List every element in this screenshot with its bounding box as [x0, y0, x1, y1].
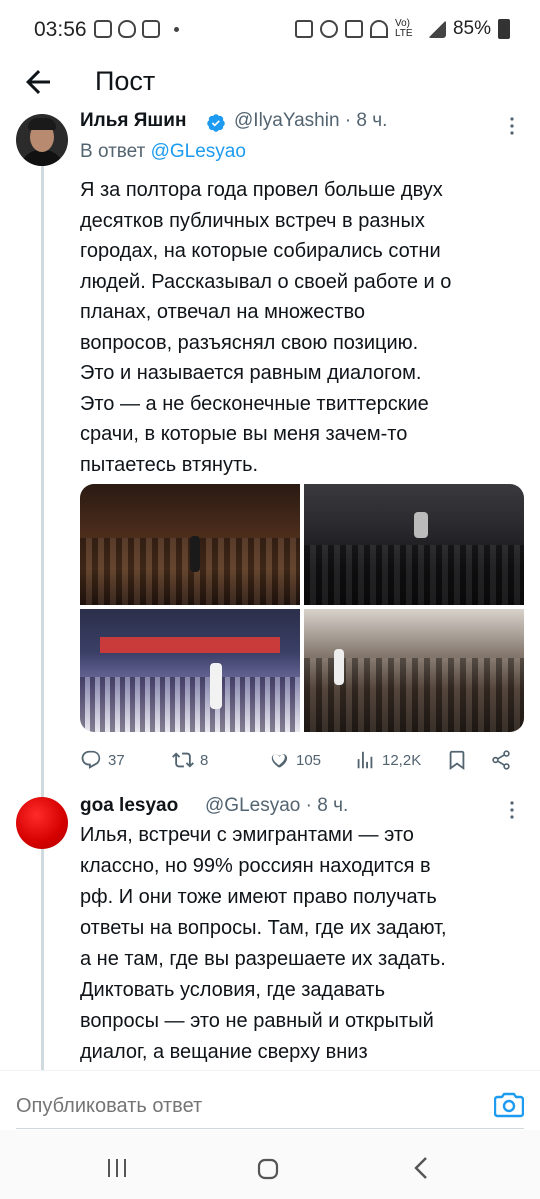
- action-bar: 37 8 105 12,2K: [80, 744, 520, 776]
- instagram-icon: [142, 20, 160, 38]
- author-handle[interactable]: @IlyaYashin: [234, 110, 340, 131]
- avatar[interactable]: [16, 114, 68, 166]
- back-arrow-icon[interactable]: [20, 64, 56, 100]
- reply-prefix: В ответ: [80, 141, 146, 162]
- back-icon[interactable]: [410, 1156, 432, 1180]
- alarm-icon: [319, 20, 338, 38]
- recent-apps-icon[interactable]: [105, 1158, 129, 1178]
- top-app-bar: Пост: [0, 60, 540, 110]
- more-notifications-dot: [174, 26, 179, 32]
- more-options-icon[interactable]: [506, 800, 518, 820]
- post-text: Я за полтора года провел больше двух дес…: [80, 179, 452, 476]
- status-bar: 03:56 Vo) LTE 85%: [0, 0, 540, 60]
- fire-icon: [118, 20, 136, 38]
- composer-divider: [16, 1128, 524, 1129]
- instagram-icon: [94, 20, 112, 38]
- status-time: 03:56: [34, 18, 87, 41]
- camera-icon[interactable]: [494, 1090, 524, 1118]
- share-icon: [492, 750, 510, 770]
- home-icon[interactable]: [257, 1158, 279, 1180]
- system-nav-bar: [0, 1130, 540, 1199]
- post-text: Илья, встречи с эмигрантами — это классн…: [80, 824, 447, 1063]
- signal-icon: [427, 20, 446, 38]
- reply-to-link[interactable]: @GLesyao: [151, 141, 246, 162]
- photo-1[interactable]: [80, 484, 300, 605]
- analytics-icon: [357, 751, 373, 769]
- notification-icons: [94, 20, 179, 38]
- author-handle-time: @GLesyao · 8 ч.: [205, 795, 348, 817]
- retweet-button[interactable]: 8: [172, 744, 208, 776]
- author-name[interactable]: Илья Яшин: [80, 110, 186, 132]
- retweet-icon: [172, 752, 194, 768]
- battery-percent: 85%: [452, 18, 491, 39]
- more-options-icon[interactable]: [506, 116, 518, 136]
- like-count: 105: [296, 751, 322, 769]
- photo-2[interactable]: [304, 484, 524, 605]
- wifi-icon: [369, 20, 388, 38]
- photo-4[interactable]: [304, 609, 524, 732]
- bookmark-icon: [449, 750, 465, 771]
- author-handle-time: @IlyaYashin · 8 ч.: [234, 110, 387, 132]
- post-time: · 8 ч.: [305, 795, 349, 816]
- thread-connector: [41, 165, 44, 1070]
- photo-3[interactable]: [80, 609, 300, 732]
- share-button[interactable]: [490, 744, 512, 776]
- like-button[interactable]: 105: [268, 744, 321, 776]
- reply-count: 37: [108, 751, 125, 769]
- photo-grid: [80, 484, 524, 732]
- bookmark-button[interactable]: [446, 744, 468, 776]
- post-time: · 8 ч.: [344, 110, 388, 131]
- avatar[interactable]: [16, 797, 68, 849]
- battery-icon: [498, 19, 510, 39]
- page-title: Пост: [95, 66, 156, 96]
- author-name[interactable]: goa lesyao: [80, 795, 178, 817]
- reply-icon: [81, 750, 101, 769]
- retweet-count: 8: [200, 751, 209, 769]
- reply-context: В ответ @GLesyao: [80, 141, 246, 163]
- sim-icon: [294, 20, 313, 38]
- reply-input[interactable]: [16, 1092, 476, 1120]
- author-handle[interactable]: @GLesyao: [205, 795, 300, 816]
- network-label: Vo) LTE: [394, 18, 413, 39]
- status-right: Vo) LTE 85%: [294, 18, 510, 40]
- heart-icon: [271, 754, 288, 768]
- views-count: 12,2K: [382, 751, 422, 769]
- mute-icon: [344, 20, 363, 38]
- reply-button[interactable]: 37: [80, 744, 125, 776]
- verified-badge-icon: [207, 114, 225, 132]
- views-button[interactable]: 12,2K: [354, 744, 421, 776]
